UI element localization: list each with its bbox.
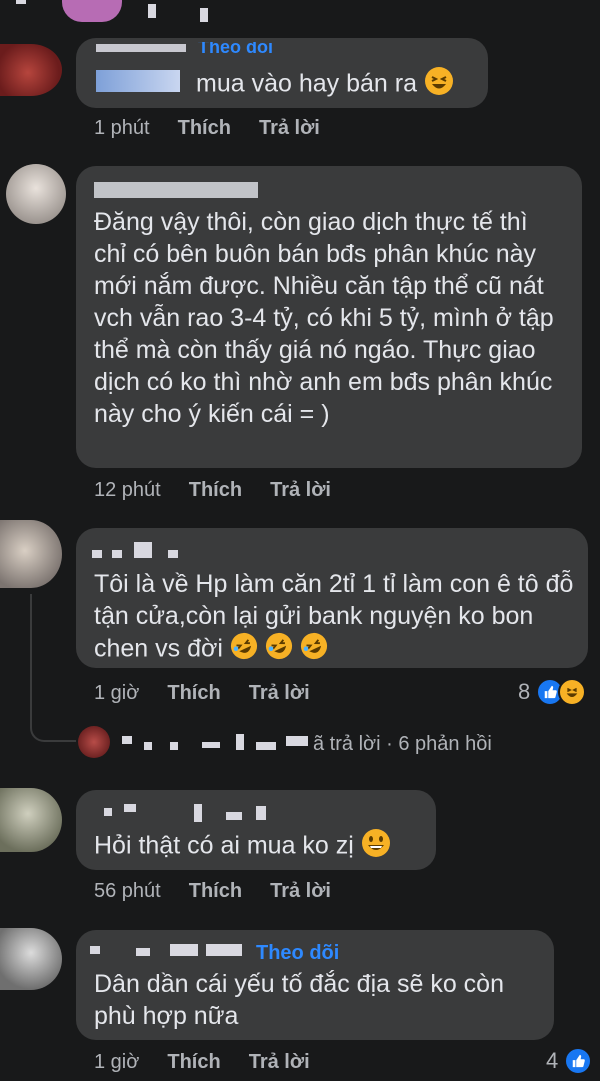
cropped-top-avatar <box>62 0 122 22</box>
comment-actions: 56 phút Thích Trả lời <box>94 880 331 903</box>
blurred-commenter-name[interactable] <box>194 804 202 822</box>
blurred-commenter-name[interactable] <box>134 542 152 558</box>
blurred-replier-name[interactable] <box>122 736 132 744</box>
blurred-commenter-name[interactable] <box>136 948 150 956</box>
blurred-replier-name[interactable] <box>286 736 308 746</box>
blurred-name-fragment <box>200 8 208 22</box>
blurred-name-fragment <box>16 0 26 4</box>
comment-actions: 12 phút Thích Trả lời <box>94 479 331 502</box>
reaction-count: 4 <box>546 1048 559 1073</box>
laughing-emoji <box>424 66 454 104</box>
reaction-summary[interactable]: 4 <box>546 1047 593 1075</box>
rofl-emoji <box>265 632 293 668</box>
commenter-avatar[interactable] <box>0 520 62 588</box>
blurred-commenter-name[interactable] <box>90 946 100 954</box>
blurred-replier-name[interactable] <box>170 742 178 750</box>
comment-bubble: Hỏi thật có ai mua ko zị <box>76 790 436 870</box>
like-button[interactable]: Thích <box>167 1051 220 1074</box>
follow-link[interactable]: Theo dõi <box>256 942 339 965</box>
comment-time[interactable]: 12 phút <box>94 479 161 502</box>
grin-emoji <box>361 828 391 866</box>
comment-actions: 1 giờ Thích Trả lời <box>94 1051 310 1074</box>
blurred-commenter-name[interactable] <box>226 812 242 820</box>
comment-bubble: Theo dõi Dân dần cái yếu tố đắc địa sẽ k… <box>76 930 554 1040</box>
rofl-emoji <box>230 632 258 668</box>
comment-time[interactable]: 56 phút <box>94 880 161 903</box>
follow-link[interactable]: Theo dõi <box>198 42 273 58</box>
blurred-replier-name[interactable] <box>236 734 244 750</box>
comment-bubble: Tôi là về Hp làm căn 2tỉ 1 tỉ làm con ê … <box>76 528 588 668</box>
replies-summary-link[interactable]: ã trả lời · 6 phản hồi <box>313 733 492 756</box>
blurred-commenter-name[interactable] <box>170 944 198 956</box>
comment-time[interactable]: 1 giờ <box>94 1051 139 1074</box>
reply-button[interactable]: Trả lời <box>270 880 331 903</box>
replier-avatar[interactable] <box>78 726 110 758</box>
like-button[interactable]: Thích <box>178 117 231 140</box>
reply-button[interactable]: Trả lời <box>249 682 310 705</box>
reply-button[interactable]: Trả lời <box>249 1051 310 1074</box>
blurred-commenter-name[interactable] <box>96 44 186 52</box>
like-button[interactable]: Thích <box>189 880 242 903</box>
commenter-avatar[interactable] <box>0 928 62 990</box>
blurred-commenter-name[interactable] <box>168 550 178 558</box>
like-icon <box>564 1047 593 1075</box>
like-button[interactable]: Thích <box>189 479 242 502</box>
blurred-replier-name[interactable] <box>144 742 152 750</box>
blurred-name-fragment <box>148 4 156 18</box>
reply-thread-line <box>30 594 76 742</box>
comment-text: Hỏi thật có ai mua ko zị <box>94 828 391 866</box>
haha-icon <box>558 678 587 706</box>
comment-time[interactable]: 1 giờ <box>94 682 139 705</box>
commenter-avatar[interactable] <box>0 788 62 852</box>
comment-text: Tôi là về Hp làm căn 2tỉ 1 tỉ làm con ê … <box>94 568 574 668</box>
blurred-commenter-name[interactable] <box>96 70 180 92</box>
commenter-avatar[interactable] <box>6 164 66 224</box>
blurred-commenter-name[interactable] <box>112 550 122 558</box>
reaction-count: 8 <box>518 679 531 704</box>
commenter-avatar[interactable] <box>0 44 62 96</box>
comment-text: mua vào hay bán ra <box>196 66 454 104</box>
like-button[interactable]: Thích <box>167 682 220 705</box>
comment-bubble: Theo dõi mua vào hay bán ra <box>76 38 488 108</box>
comment-actions: 1 giờ Thích Trả lời <box>94 682 310 705</box>
blurred-commenter-name[interactable] <box>256 806 266 820</box>
blurred-commenter-name[interactable] <box>92 550 102 558</box>
blurred-commenter-name[interactable] <box>206 944 242 956</box>
reaction-summary[interactable]: 8 <box>518 678 587 706</box>
blurred-commenter-name[interactable] <box>124 804 136 812</box>
blurred-commenter-name[interactable] <box>94 182 258 198</box>
comment-text: Đăng vậy thôi, còn giao dịch thực tế thì… <box>94 208 554 428</box>
comment-bubble: Đăng vậy thôi, còn giao dịch thực tế thì… <box>76 166 582 468</box>
blurred-replier-name[interactable] <box>256 742 276 750</box>
rofl-emoji <box>300 632 328 668</box>
blurred-replier-name[interactable] <box>202 742 220 748</box>
comment-text: Dân dần cái yếu tố đắc địa sẽ ko còn phù… <box>94 970 504 1030</box>
comment-actions: 1 phút Thích Trả lời <box>94 117 320 140</box>
reply-button[interactable]: Trả lời <box>270 479 331 502</box>
reply-button[interactable]: Trả lời <box>259 117 320 140</box>
blurred-commenter-name[interactable] <box>104 808 112 816</box>
comment-time[interactable]: 1 phút <box>94 117 150 140</box>
